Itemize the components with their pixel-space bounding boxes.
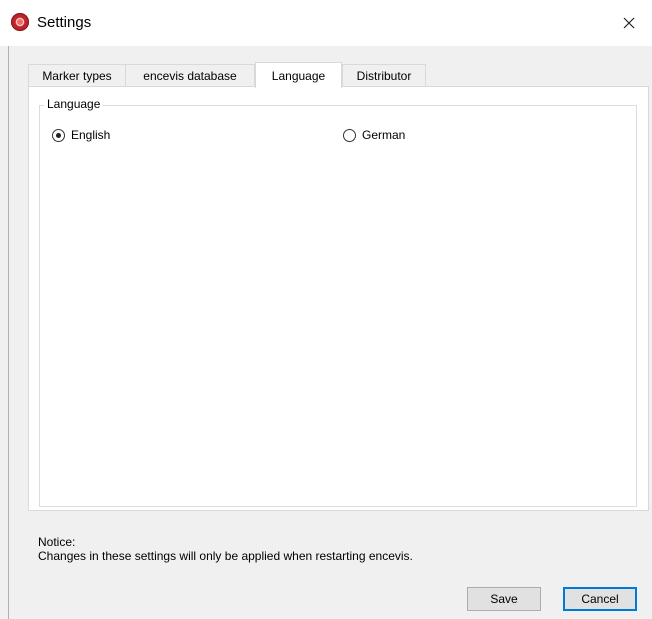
- close-button[interactable]: [606, 0, 652, 46]
- tab-label: Marker types: [42, 68, 112, 83]
- radio-english-label: English: [71, 128, 111, 142]
- radio-unchecked-icon: [343, 128, 356, 142]
- save-button[interactable]: Save: [467, 587, 541, 611]
- tab-label: encevis database: [143, 68, 237, 83]
- tab-encevis-database[interactable]: encevis database: [125, 64, 255, 86]
- tab-marker-types[interactable]: Marker types: [28, 64, 126, 86]
- app-logo-icon: [11, 13, 29, 31]
- tab-language[interactable]: Language: [255, 62, 342, 88]
- language-group-legend: Language: [44, 97, 104, 111]
- radio-german[interactable]: German: [343, 128, 405, 142]
- language-groupbox: Language English German: [39, 97, 637, 507]
- notice-text: Changes in these settings will only be a…: [38, 549, 413, 563]
- notice: Notice: Changes in these settings will o…: [38, 535, 413, 563]
- window-left-border: [8, 46, 9, 619]
- notice-heading: Notice:: [38, 535, 76, 549]
- radio-english[interactable]: English: [52, 128, 110, 142]
- close-icon: [623, 17, 635, 29]
- save-button-label: Save: [490, 592, 518, 606]
- window-title: Settings: [37, 14, 92, 31]
- tab-label: Distributor: [356, 68, 412, 83]
- radio-german-label: German: [362, 128, 406, 142]
- cancel-button[interactable]: Cancel: [563, 587, 637, 611]
- title-bar: Settings: [0, 0, 652, 46]
- radio-checked-icon: [52, 128, 65, 142]
- tab-label: Language: [271, 68, 326, 83]
- cancel-button-label: Cancel: [581, 592, 619, 606]
- tab-panel-language: Language English German: [28, 86, 649, 511]
- tab-distributor[interactable]: Distributor: [342, 64, 426, 86]
